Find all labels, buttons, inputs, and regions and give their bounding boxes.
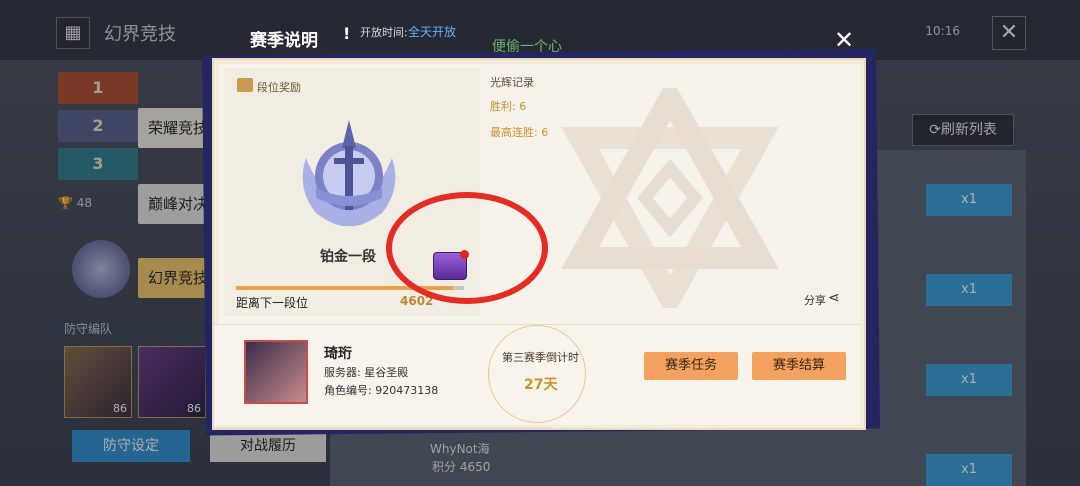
open-time-value: 全天开放 [408,25,457,39]
max-streak-stat: 最高连胜: 6 [490,126,549,139]
tier-name: 铂金一段 [320,249,376,265]
share-icon[interactable]: ⋖ [828,290,840,306]
season-settlement-button[interactable]: 赛季结算 [752,352,846,380]
countdown-value: 27天 [524,377,558,393]
player-name: 琦珩 [324,346,352,362]
season-task-button[interactable]: 赛季任务 [644,352,738,380]
highlight-circle-annotation [386,192,548,304]
platinum-rank-emblem [302,120,396,227]
role-id: 角色编号: 920473138 [324,384,439,397]
modal-title: 赛季说明 [250,31,318,51]
countdown-label: 第三赛季倒计时 [502,351,579,364]
season-logo-watermark [561,88,779,308]
record-title: 光辉记录 [490,76,534,89]
share-label[interactable]: 分享 [804,292,826,308]
next-tier-label: 距离下一段位 [236,296,309,310]
wins-stat: 胜利: 6 [490,100,527,113]
server-info: 服务器: 星谷圣殿 [324,366,409,379]
avatar[interactable] [244,340,308,404]
rank-reward-label[interactable]: 段位奖励 [257,79,301,95]
open-time-label: 开放时间: [360,26,408,39]
gift-icon [237,78,253,92]
info-icon[interactable]: ! [343,24,350,43]
